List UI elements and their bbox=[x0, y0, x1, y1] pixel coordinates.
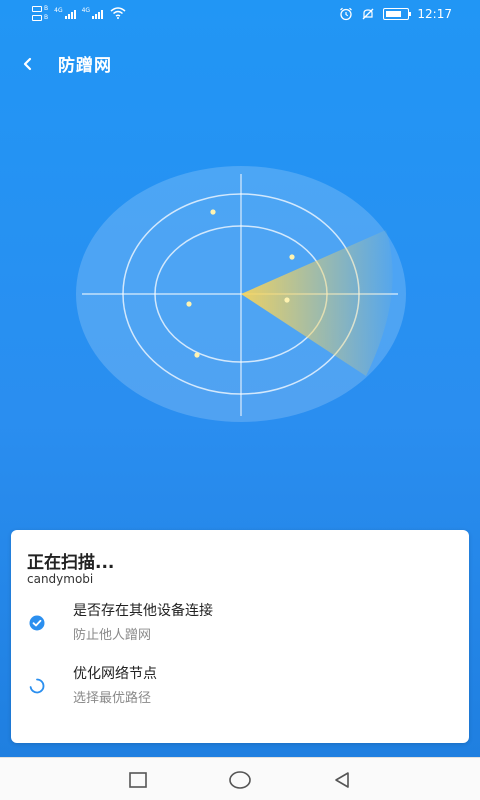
system-back-button[interactable] bbox=[330, 768, 354, 792]
signal-bar bbox=[98, 12, 101, 19]
sim-card-icon bbox=[32, 14, 42, 21]
device-dot bbox=[194, 352, 200, 358]
sim2: B bbox=[32, 14, 48, 21]
wifi-icon bbox=[110, 7, 126, 19]
signal-bar bbox=[101, 10, 104, 19]
scan-item-optimize: 优化网络节点 选择最优路径 bbox=[11, 663, 469, 713]
scan-title: 正在扫描... bbox=[27, 553, 115, 573]
signal-bar bbox=[67, 14, 70, 19]
status-time: 12:17 bbox=[417, 7, 452, 21]
app-header: 防蹭网 bbox=[0, 44, 480, 84]
recent-apps-icon bbox=[129, 772, 147, 788]
sim1-label: B bbox=[44, 5, 49, 12]
signal-bar bbox=[70, 12, 73, 19]
device-dot bbox=[210, 209, 216, 215]
page-title: 防蹭网 bbox=[58, 56, 112, 76]
mute-icon bbox=[362, 8, 374, 20]
status-left: B B 4G 4G bbox=[32, 5, 126, 21]
scan-card: 正在扫描... candymobi 是否存在其他设备连接 防止他人蹭网 优化网络… bbox=[11, 530, 469, 743]
system-nav-bar bbox=[0, 757, 480, 800]
home-button[interactable] bbox=[228, 768, 252, 792]
network-name: candymobi bbox=[27, 572, 94, 586]
scan-item-title: 优化网络节点 bbox=[73, 666, 157, 682]
device-dot bbox=[284, 297, 290, 303]
signal-1: 4G bbox=[54, 7, 76, 19]
scan-item-devices: 是否存在其他设备连接 防止他人蹭网 bbox=[11, 600, 469, 650]
back-triangle-icon bbox=[335, 772, 349, 788]
net1-label: 4G bbox=[54, 7, 63, 14]
radar-animation bbox=[76, 166, 406, 422]
loading-spinner-icon bbox=[29, 678, 45, 694]
status-bar: B B 4G 4G 12:17 bbox=[0, 0, 480, 30]
signal-bar bbox=[73, 10, 76, 19]
battery-fill bbox=[386, 11, 401, 17]
recent-apps-button[interactable] bbox=[126, 768, 150, 792]
sim2-label: B bbox=[44, 14, 49, 21]
back-button[interactable] bbox=[14, 50, 42, 78]
scan-item-title: 是否存在其他设备连接 bbox=[73, 603, 213, 619]
signal-bar bbox=[64, 16, 67, 19]
check-circle-icon bbox=[29, 615, 45, 631]
home-icon bbox=[229, 771, 251, 789]
net2-label: 4G bbox=[81, 7, 91, 14]
sim-card-icon bbox=[32, 5, 42, 12]
device-dot bbox=[289, 254, 295, 260]
chevron-left-icon bbox=[23, 57, 32, 71]
scan-item-desc: 防止他人蹭网 bbox=[73, 628, 152, 643]
sim-indicators: B B bbox=[32, 5, 48, 21]
app-screen: B B 4G 4G 12:17 防蹭网 正在扫描... candymobi 是否… bbox=[0, 0, 480, 757]
signal-bar bbox=[92, 16, 95, 19]
scan-item-desc: 选择最优路径 bbox=[73, 691, 152, 706]
signal-2: 4G bbox=[81, 7, 104, 19]
sim1: B bbox=[32, 5, 48, 12]
battery-icon bbox=[383, 8, 412, 20]
alarm-icon bbox=[340, 7, 353, 21]
signal-bar bbox=[95, 14, 98, 19]
status-right: 12:17 bbox=[339, 7, 452, 21]
device-dot bbox=[186, 301, 192, 307]
